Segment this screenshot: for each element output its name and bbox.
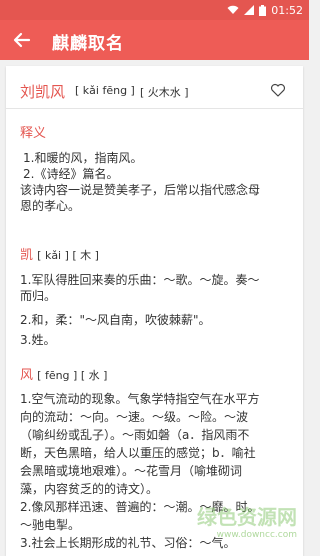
feng-line: 会黑暗或境地艰难）。～花雪月（喻堆砌词 [20,464,243,478]
wifi-icon [227,5,239,14]
feng-line: （喻纠纷或乱子）。～雨如磐（a．指风雨不 [20,428,250,442]
feng-line: 断，天色黑暗，给人以重压的感觉；b．喻社 [20,446,256,460]
name-wuxing: [ 火木水 ] [140,86,189,99]
status-icons: 01:52 [227,3,303,17]
status-time: 01:52 [271,3,303,17]
kai-line: 2.和，柔："～风自南，吹彼棘薪"。 [20,313,211,327]
feng-line: 藻，内容贫乏的的诗文）。 [20,482,159,496]
header-divider [6,108,303,109]
battery-icon [259,4,267,16]
char-kai: 凯 [20,248,34,263]
kai-line: 1.军队得胜回来奏的乐曲：～歌。～旋。奏～ [20,273,260,287]
kai-line: 3.姓。 [20,333,56,347]
favorite-heart-icon[interactable] [270,82,286,98]
page-title: 麒麟取名 [52,34,124,54]
signal-icon [244,5,255,15]
watermark-text: 绿色资源网 [197,505,297,529]
feng-meta: [ fēng ] [ 水 ] [37,369,108,382]
app-bar: 麒麟取名 [0,20,309,60]
watermark-url: www.downcc.com [216,530,297,540]
kai-meta: [ kǎi ] [ 木 ] [37,249,99,262]
section-title-feng: 风 [ fēng ] [ 水 ] [20,364,107,383]
status-bar: 01:52 [0,0,309,20]
feng-line: 1.空气流动的现象。气象学特指空气在水平方 [20,392,260,406]
name-detail-card: 刘凯风 [ kǎi fēng ] [ 火木水 ] 释义 1.和暖的风，指南风。 … [6,66,303,556]
feng-line: 向的流动：～向。～速。～级。～险。～波 [20,410,249,424]
meaning-line: 2.《诗经》篇名。 [23,167,119,181]
section-title-meaning: 释义 [20,126,47,141]
full-name: 刘凯风 [20,83,66,101]
meaning-line: 1.和暖的风，指南风。 [23,151,143,165]
name-header: 刘凯风 [ kǎi fēng ] [ 火木水 ] [20,80,290,102]
section-title-kai: 凯 [ kǎi ] [ 木 ] [20,244,99,263]
meaning-line: 恩的孝心。 [20,199,81,213]
name-pinyin: [ kǎi fēng ] [75,84,135,97]
feng-line: ～驰电掣。 [20,518,81,532]
back-arrow-icon[interactable] [12,30,32,50]
meaning-line: 该诗内容一说是赞美孝子，后常以指代感念母 [20,183,261,197]
kai-line: 而归。 [20,289,57,303]
char-feng: 风 [20,368,34,383]
watermark: 绿色资源网 www.downcc.com [197,501,297,540]
